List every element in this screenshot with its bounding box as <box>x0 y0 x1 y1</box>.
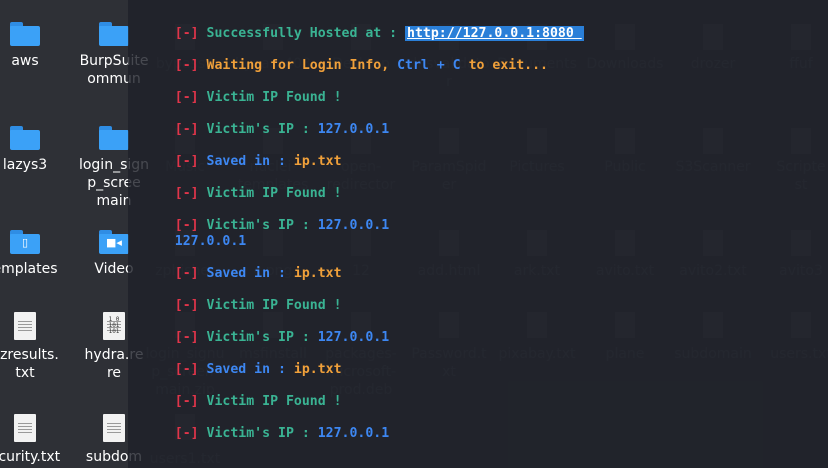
ip-value: 127.0.0.1 <box>317 330 390 345</box>
status-bracket: [-] <box>174 122 199 137</box>
ip-value: 127.0.0.1 <box>317 218 390 233</box>
terminal-text: Saved in : <box>206 154 294 169</box>
terminal-text: Saved in : <box>206 362 294 377</box>
status-bracket: [-] <box>174 330 199 345</box>
terminal-text: Victim's IP : <box>206 122 318 137</box>
desktop-icon-label: uzresults. txt <box>0 347 59 381</box>
desktop-icon-fuzzresults[interactable]: uzresults. txt <box>0 312 73 382</box>
terminal-text: Victim IP Found ! <box>206 298 342 313</box>
ip-value: 127.0.0.1 <box>317 122 390 137</box>
terminal-text: Successfully Hosted at : <box>206 26 406 41</box>
terminal-text: to exit... <box>460 58 548 73</box>
filename-value: ip.txt <box>293 154 342 169</box>
desktop-icon-lazys3[interactable]: lazys3 <box>0 126 73 174</box>
status-bracket: [-] <box>174 58 199 73</box>
status-bracket: [-] <box>174 266 199 281</box>
status-bracket: [-] <box>174 154 199 169</box>
terminal-text: Saved in : <box>206 266 294 281</box>
terminal-text: Waiting for Login Info, <box>206 58 398 73</box>
desktop-icon-label: emplates <box>0 261 58 277</box>
folder-icon <box>10 126 40 150</box>
terminal-window[interactable]: [-] Successfully Hosted at : http://127.… <box>128 0 828 468</box>
folder-icon <box>10 22 40 46</box>
status-bracket: [-] <box>174 362 199 377</box>
desktop-icon-security[interactable]: ecurity.txt <box>0 414 73 466</box>
hosted-url-link[interactable]: http://127.0.0.1:8080 <box>405 26 584 41</box>
terminal-text: Victim IP Found ! <box>206 186 342 201</box>
terminal-line: [-] Victim's IP : 127.0.0.1 <box>143 411 389 456</box>
desktop-icon-label: ecurity.txt <box>0 449 61 465</box>
status-bracket: [-] <box>174 186 199 201</box>
status-bracket: [-] <box>174 90 199 105</box>
desktop-icon-label: lazys3 <box>2 157 48 173</box>
text-file-icon <box>14 312 36 340</box>
desktop-icon-aws[interactable]: aws <box>0 22 73 70</box>
terminal-text: Victim's IP : <box>206 426 318 441</box>
folder-icon <box>99 22 129 46</box>
desktop-icon-label: aws <box>11 53 39 69</box>
ip-value: 127.0.0.1 <box>174 234 247 249</box>
folder-icon <box>99 126 129 150</box>
templates-folder-icon: ▯ <box>10 230 40 254</box>
filename-value: ip.txt <box>293 362 342 377</box>
filename-value: ip.txt <box>293 266 342 281</box>
text-file-icon <box>14 414 36 442</box>
binary-file-icon: 1 0 101 101 <box>103 312 125 340</box>
terminal-text: Victim IP Found ! <box>206 90 342 105</box>
status-bracket: [-] <box>174 394 199 409</box>
status-bracket: [-] <box>174 26 199 41</box>
text-file-icon <box>103 414 125 442</box>
ip-value: 127.0.0.1 <box>317 426 390 441</box>
terminal-text: Victim's IP : <box>206 330 318 345</box>
terminal-text: Victim IP Found ! <box>206 394 342 409</box>
key-combo: Ctrl + C <box>397 58 461 73</box>
status-bracket: [-] <box>174 426 199 441</box>
video-folder-icon: ■◂ <box>99 230 129 254</box>
status-bracket: [-] <box>174 298 199 313</box>
desktop-icon-templates[interactable]: ▯ emplates <box>0 230 73 278</box>
